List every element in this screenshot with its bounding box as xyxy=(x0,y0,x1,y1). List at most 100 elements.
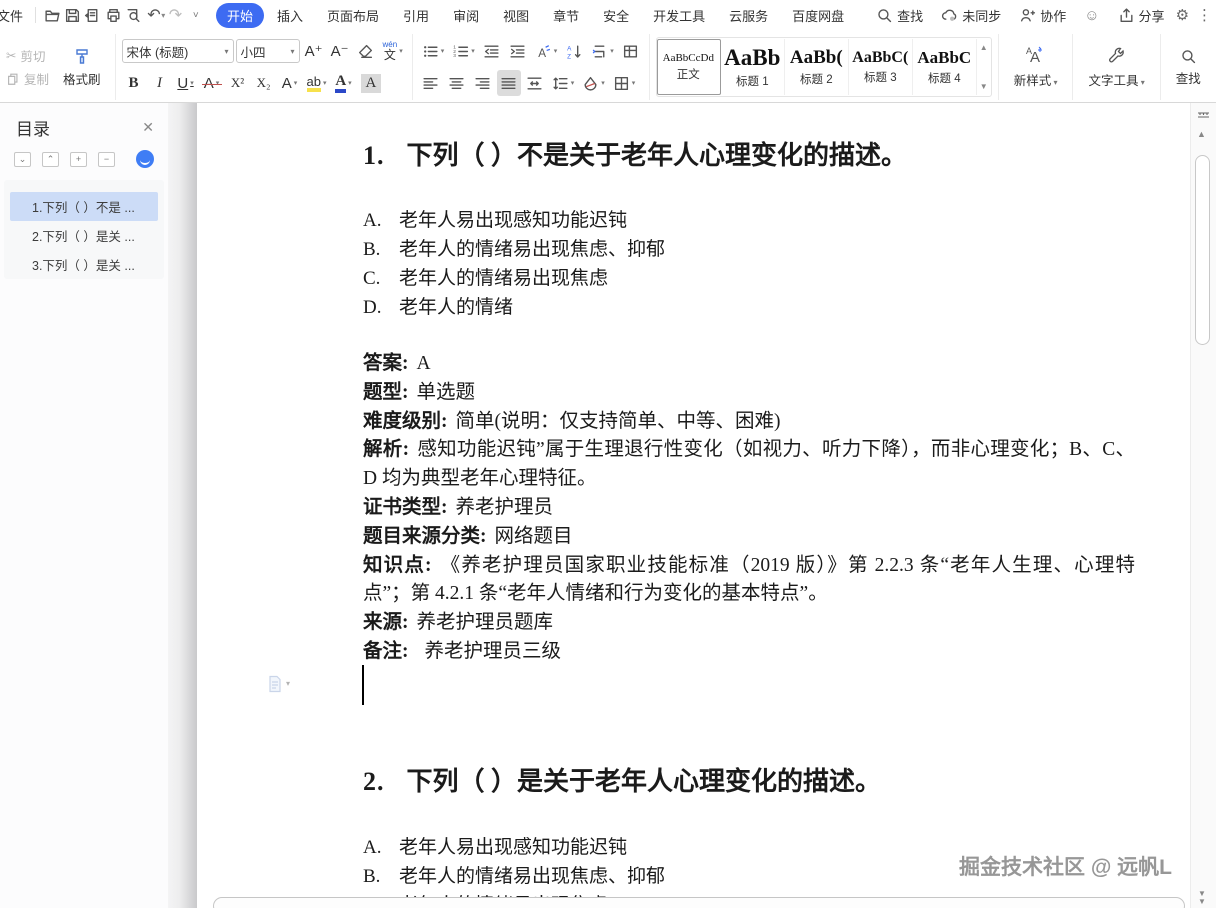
zoom-in-icon[interactable]: + xyxy=(70,151,87,167)
ribbon-tabs: 开始 插入 页面布局 引用 审阅 视图 章节 安全 开发工具 云服务 百度网盘 xyxy=(216,2,855,28)
font-name-select[interactable]: 宋体 (标题) ▾ xyxy=(121,39,234,63)
horizontal-scrollbar[interactable] xyxy=(213,897,1185,908)
chevron-down-icon: ▾ xyxy=(290,46,295,56)
style-normal[interactable]: AaBbCcDd 正文 xyxy=(656,39,721,95)
tab-baidu-netdisk[interactable]: 百度网盘 xyxy=(781,3,855,28)
paragraph-tool-button[interactable]: ▾ xyxy=(267,675,290,693)
tab-references[interactable]: 引用 xyxy=(392,3,440,28)
grow-font-button[interactable]: A⁺ xyxy=(302,38,326,64)
align-right-button[interactable] xyxy=(471,70,495,96)
char-shading-button[interactable]: A xyxy=(358,70,385,96)
redo-icon[interactable]: ↷ xyxy=(165,4,185,26)
print-preview-icon[interactable] xyxy=(123,4,143,26)
copy-button[interactable]: 复制 xyxy=(6,69,49,88)
file-menu[interactable]: 文件 xyxy=(0,6,29,25)
share-icon xyxy=(1120,7,1133,22)
align-center-button[interactable] xyxy=(445,70,469,96)
toolbar-more-icon[interactable]: ˅ xyxy=(186,4,206,26)
styles-scroll-up-icon[interactable]: ▲ xyxy=(980,43,988,52)
insert-table-icon[interactable] xyxy=(619,38,643,64)
tab-view[interactable]: 视图 xyxy=(492,3,540,28)
style-heading2[interactable]: AaBb(标题 2 xyxy=(784,39,849,95)
clear-format-button[interactable] xyxy=(354,38,378,64)
divider xyxy=(35,7,36,23)
line-spacing-icon xyxy=(553,76,568,90)
distribute-button[interactable] xyxy=(523,70,547,96)
tab-insert[interactable]: 插入 xyxy=(266,3,314,28)
find-button[interactable]: 查找 xyxy=(869,6,930,25)
numbered-list-button[interactable]: 123 xyxy=(449,38,478,64)
cut-button[interactable]: ✂ 剪切 xyxy=(6,46,49,65)
tab-security[interactable]: 安全 xyxy=(592,3,640,28)
highlight-color-button[interactable]: ab xyxy=(304,70,330,96)
ruler-toggle-icon[interactable] xyxy=(1195,107,1212,125)
toc-item-3[interactable]: 3.下列（ ）是关 ... xyxy=(10,250,158,279)
bullet-list-button[interactable] xyxy=(419,38,448,64)
char-border-button[interactable]: A xyxy=(278,70,302,96)
text-effects-button[interactable]: A xyxy=(532,38,561,64)
toc-item-2[interactable]: 2.下列（ ）是关 ... xyxy=(10,221,158,250)
tab-page-layout[interactable]: 页面布局 xyxy=(316,3,390,28)
style-heading4[interactable]: AaBbC 标题 4 xyxy=(912,39,977,95)
increase-indent-button[interactable] xyxy=(506,38,530,64)
scroll-down-icons[interactable]: ▼ ▼ xyxy=(1198,890,1206,906)
close-icon[interactable]: ✕ xyxy=(142,119,154,136)
collapse-all-icon[interactable]: ⌃ xyxy=(42,151,59,167)
strikethrough-button[interactable]: A xyxy=(200,70,224,96)
align-left-button[interactable] xyxy=(419,70,443,96)
sort-button[interactable]: AZ xyxy=(562,38,586,64)
font-color-button[interactable]: A xyxy=(332,70,356,96)
save-icon[interactable] xyxy=(62,4,82,26)
show-marks-button[interactable] xyxy=(588,38,617,64)
zoom-out-icon[interactable]: − xyxy=(98,151,115,167)
decrease-indent-button[interactable] xyxy=(480,38,504,64)
style-heading3[interactable]: AaBbC(标题 3 xyxy=(848,39,913,95)
main-area: 目录 ✕ ⌄ ⌃ + − 1.下列（ ）不是 ... 2.下列（ ）是关 ...… xyxy=(0,103,1216,908)
style-heading1[interactable]: AaBb 标题 1 xyxy=(720,39,785,95)
justify-button[interactable] xyxy=(496,70,521,96)
document-page[interactable]: 1. 下列（ ）不是关于老年人心理变化的描述。 A. 老年人易出现感知功能迟钝 B.… xyxy=(197,103,1190,908)
sync-status[interactable]: 未同步 xyxy=(934,6,1008,25)
ai-assistant-icon[interactable] xyxy=(136,150,154,168)
bold-button[interactable]: B xyxy=(122,70,146,96)
text-tool-button[interactable]: 文字工具 ▾ xyxy=(1079,45,1153,89)
new-style-group: AA 新样式 ▾ xyxy=(997,34,1073,100)
subscript-button[interactable]: X₂ xyxy=(252,70,276,96)
italic-button[interactable]: I xyxy=(148,70,172,96)
tab-home[interactable]: 开始 xyxy=(216,2,265,28)
ribbon-find-button[interactable]: 查找 xyxy=(1167,48,1201,87)
collaborate-button[interactable]: 协作 xyxy=(1012,6,1073,25)
more-menu-icon[interactable]: ⋮ xyxy=(1193,6,1216,24)
share-button[interactable]: 分享 xyxy=(1111,6,1172,25)
format-painter-button[interactable]: 格式刷 xyxy=(55,47,109,88)
shrink-font-button[interactable]: A⁻ xyxy=(328,38,352,64)
tab-review[interactable]: 审阅 xyxy=(442,3,490,28)
print-icon[interactable] xyxy=(103,4,123,26)
output-icon[interactable] xyxy=(83,4,103,26)
underline-button[interactable]: U xyxy=(174,70,198,96)
expand-all-icon[interactable]: ⌄ xyxy=(14,151,31,167)
shading-button[interactable] xyxy=(579,70,608,96)
font-size-select[interactable]: 小四 ▾ xyxy=(235,39,300,63)
font-group: 宋体 (标题)▾ 小四▾ A⁺ A⁻ wén文 B I U A X² X₂ A … xyxy=(114,34,412,100)
line-spacing-button[interactable] xyxy=(549,70,578,96)
justify-icon xyxy=(501,77,516,89)
tab-section[interactable]: 章节 xyxy=(542,3,590,28)
vertical-scrollbar[interactable]: ▲ ▼ ▼ xyxy=(1190,103,1216,908)
new-style-button[interactable]: AA 新样式 ▾ xyxy=(1005,45,1067,89)
superscript-button[interactable]: X² xyxy=(226,70,250,96)
tab-dev-tools[interactable]: 开发工具 xyxy=(642,3,716,28)
feedback-smiley-icon[interactable]: ☺ xyxy=(1077,7,1106,24)
styles-scroll-down-icon[interactable]: ▼ xyxy=(980,82,988,91)
pinyin-guide-button[interactable]: wén 文 xyxy=(380,38,406,64)
scrollbar-thumb[interactable] xyxy=(1195,155,1210,345)
tab-cloud-service[interactable]: 云服务 xyxy=(718,3,779,28)
watermark: 掘金技术社区 @ 远帆L xyxy=(959,856,1172,879)
settings-gear-icon[interactable]: ⚙ xyxy=(1176,6,1189,24)
open-icon[interactable] xyxy=(42,4,62,26)
borders-button[interactable] xyxy=(610,70,639,96)
toc-item-1[interactable]: 1.下列（ ）不是 ... xyxy=(10,192,158,221)
person-add-icon xyxy=(1021,8,1036,22)
scroll-up-icon[interactable]: ▲ xyxy=(1197,129,1206,139)
text-cursor xyxy=(362,665,364,705)
